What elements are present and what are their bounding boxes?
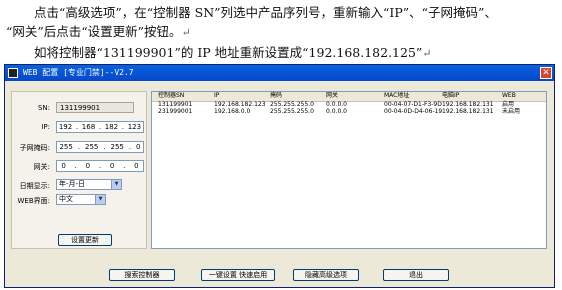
- web-interface-label: WEB界面:: [17, 197, 50, 205]
- column-header-pc-ip[interactable]: 电脑IP: [442, 92, 459, 100]
- sn-label: SN:: [37, 104, 50, 112]
- update-settings-button[interactable]: 设置更新: [58, 234, 112, 246]
- web-interface-select[interactable]: 中文 ▼: [56, 194, 106, 205]
- column-header-sn[interactable]: 控制器SN: [158, 92, 184, 100]
- web-interface-value: 中文: [59, 195, 73, 203]
- cell-sn: 231999001: [158, 108, 193, 115]
- controller-table: 控制器SN IP 掩码 网关 MAC地址 电脑IP WEB 131199901 …: [151, 91, 547, 249]
- window-titlebar[interactable]: WEB 配置 [专业门禁]--V2.7 ✕: [5, 65, 554, 81]
- cell-mask: 255.255.255.0: [270, 108, 314, 115]
- column-header-gateway[interactable]: 网关: [326, 92, 338, 100]
- mask-octet-1[interactable]: 255: [59, 142, 72, 152]
- gateway-octet-3[interactable]: 0: [110, 161, 114, 171]
- column-header-mask[interactable]: 掩码: [270, 92, 282, 100]
- hide-advanced-button[interactable]: 隐藏高级选项: [293, 269, 359, 281]
- doc-text: “网关”后点击“设置更新”按钮。: [6, 24, 182, 39]
- cell-gateway: 0.0.0.0: [326, 108, 347, 115]
- subnet-mask-field[interactable]: 255. 255. 255. 0: [56, 141, 144, 153]
- cell-pc-ip: 192.168.182.131: [442, 108, 494, 115]
- chevron-down-icon[interactable]: ▼: [111, 180, 121, 189]
- doc-text: 如将控制器“131199901”的 IP 地址重新设置成“192.168.182…: [34, 45, 423, 60]
- gateway-octet-1[interactable]: 0: [61, 161, 65, 171]
- app-icon: [8, 68, 18, 78]
- column-header-web[interactable]: WEB: [502, 92, 516, 100]
- ip-octet-2[interactable]: 168: [82, 122, 95, 132]
- search-controllers-button[interactable]: 搜索控制器: [109, 269, 175, 281]
- paragraph-mark-icon: ↵: [181, 26, 191, 39]
- ip-octet-3[interactable]: 182: [105, 122, 118, 132]
- column-header-ip[interactable]: IP: [214, 92, 219, 100]
- doc-text: 点击“高级选项”，在“控制器 SN”列选中产品序列号，重新输入“IP”、“子网掩…: [34, 5, 497, 20]
- cell-web: 未启用: [502, 108, 521, 115]
- mask-octet-3[interactable]: 255: [111, 142, 124, 152]
- date-format-label: 日期显示:: [19, 182, 50, 190]
- exit-button[interactable]: 退出: [383, 269, 449, 281]
- cell-mac: 00-04-0D-D4-06-19: [384, 108, 443, 115]
- sn-field: 131199901: [56, 102, 134, 113]
- chevron-down-icon[interactable]: ▼: [95, 195, 105, 204]
- date-format-select[interactable]: 年-月-日 ▼: [56, 179, 122, 190]
- cell-ip: 192.168.0.0: [214, 108, 251, 115]
- column-header-mac[interactable]: MAC地址: [384, 92, 409, 100]
- ip-octet-4[interactable]: 123: [128, 122, 141, 132]
- paragraph-mark-icon: ↵: [422, 47, 432, 60]
- web-config-window: WEB 配置 [专业门禁]--V2.7 ✕ SN: 131199901 IP: …: [4, 64, 555, 288]
- doc-paragraph-line-3: 如将控制器“131199901”的 IP 地址重新设置成“192.168.182…: [34, 42, 562, 61]
- mask-octet-4[interactable]: 0: [136, 142, 140, 152]
- window-title: WEB 配置 [专业门禁]--V2.7: [23, 68, 134, 77]
- doc-paragraph-line-1: 点击“高级选项”，在“控制器 SN”列选中产品序列号，重新输入“IP”、“子网掩…: [34, 2, 562, 21]
- settings-panel: SN: 131199901 IP: 192. 168. 182. 123 子网掩…: [11, 91, 147, 249]
- gateway-field[interactable]: 0. 0. 0. 0: [56, 160, 144, 172]
- table-row[interactable]: 231999001 192.168.0.0 255.255.255.0 0.0.…: [152, 108, 546, 116]
- quick-setup-button[interactable]: 一键设置 快速启用: [201, 269, 275, 281]
- date-format-value: 年-月-日: [59, 180, 86, 188]
- ip-octet-1[interactable]: 192: [59, 122, 72, 132]
- gateway-label: 网关:: [33, 163, 50, 171]
- gateway-octet-2[interactable]: 0: [86, 161, 90, 171]
- mask-octet-2[interactable]: 255: [85, 142, 98, 152]
- close-icon[interactable]: ✕: [540, 67, 552, 79]
- mask-label: 子网掩码:: [19, 144, 50, 152]
- ip-field[interactable]: 192. 168. 182. 123: [56, 121, 144, 133]
- gateway-octet-4[interactable]: 0: [134, 161, 138, 171]
- ip-label: IP:: [41, 123, 50, 131]
- doc-paragraph-line-2: “网关”后点击“设置更新”按钮。↵: [6, 21, 562, 40]
